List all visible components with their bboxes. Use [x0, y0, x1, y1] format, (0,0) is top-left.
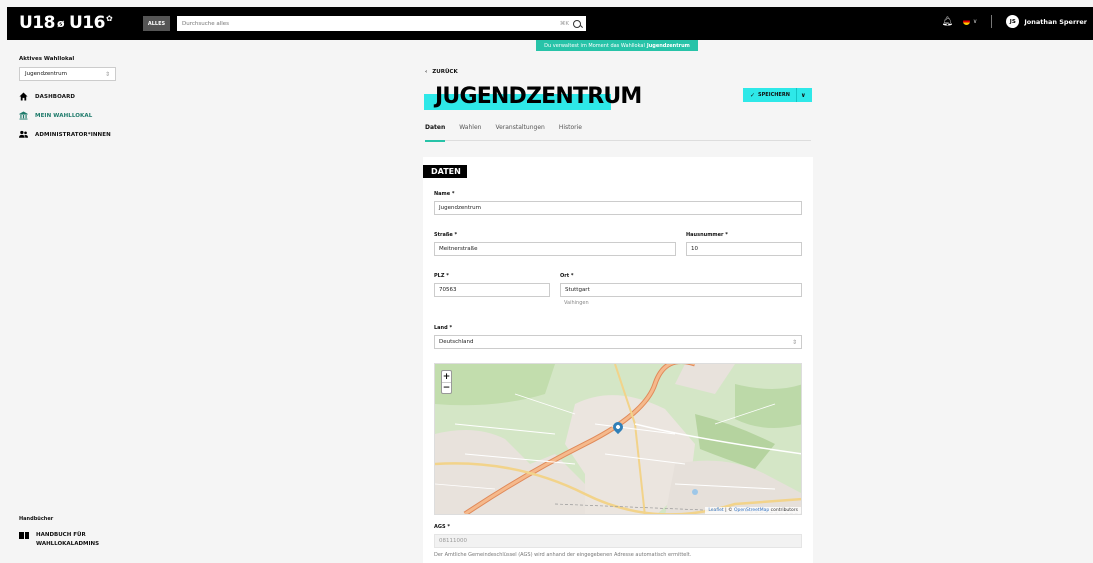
zoom-in-button[interactable]: + — [442, 371, 451, 382]
u16-logo-text: U16 — [69, 13, 105, 33]
zip-field[interactable]: 70563 — [434, 283, 550, 297]
language-switcher[interactable]: ∨ — [962, 18, 978, 25]
tab-veranstaltungen[interactable]: Veranstaltungen — [495, 124, 544, 141]
active-location-value: Jugendzentrum — [25, 71, 67, 77]
save-label: SPEICHERN — [758, 92, 790, 98]
search-shortcut: ⌘K — [559, 20, 569, 27]
ags-hint: Der Amtliche Gemeindeschlüssel (AGS) wir… — [434, 552, 692, 558]
save-button-divider — [795, 88, 797, 102]
banner-text: Du verwaltest im Moment das Wahllokal — [544, 42, 645, 49]
tabs: Daten Wahlen Veranstaltungen Historie — [425, 124, 811, 142]
country-select[interactable]: Deutschland ⇕ — [434, 335, 802, 349]
ags-value: 08111000 — [439, 538, 467, 544]
pretzel-icon: ø — [56, 16, 65, 30]
ags-label: AGS * — [434, 524, 450, 530]
street-label: Straße * — [434, 232, 458, 238]
u16-logo[interactable]: U16 ✿ — [69, 13, 113, 33]
data-card: DATEN Name * Jugendzentrum Straße * Meit… — [423, 157, 813, 563]
zoom-out-button[interactable]: − — [442, 382, 451, 393]
tab-daten[interactable]: Daten — [425, 124, 446, 142]
back-label: ZURÜCK — [432, 69, 458, 75]
u18-logo[interactable]: U18 ø — [19, 13, 65, 33]
map-zoom-control: + − — [441, 370, 452, 394]
sidebar-item-label: MEIN WAHLLOKAL — [35, 112, 93, 119]
sidebar-item-administratoren[interactable]: ADMINISTRATOR*INNEN — [19, 130, 111, 139]
section-title: DATEN — [423, 165, 467, 178]
search-box: ⌘K — [177, 16, 586, 31]
chevron-down-icon: ∨ — [972, 18, 978, 25]
city-field[interactable]: Stuttgart — [560, 283, 802, 297]
handbook-label: HANDBUCH FÜR WAHLLOKALADMINS — [36, 531, 99, 549]
select-arrows-icon: ⇕ — [104, 70, 110, 78]
banner-location: Jugendzentrum — [646, 42, 690, 49]
handbook-label-line1: HANDBUCH FÜR — [36, 532, 86, 538]
sidebar-item-label: ADMINISTRATOR*INNEN — [35, 131, 111, 138]
page-title-wrap: JUGENDZENTRUM — [424, 84, 642, 110]
german-flag-icon — [962, 18, 970, 25]
attribution-separator: | © — [723, 508, 734, 513]
name-field[interactable]: Jugendzentrum — [434, 201, 802, 215]
house-number-value: 10 — [691, 246, 698, 252]
map-tiles — [435, 364, 801, 514]
house-number-field[interactable]: 10 — [686, 242, 802, 256]
country-label: Land * — [434, 325, 453, 331]
sidebar-item-dashboard[interactable]: DASHBOARD — [19, 92, 75, 101]
save-button[interactable]: ✓ SPEICHERN ∨ — [743, 88, 812, 102]
search-icon[interactable] — [573, 19, 581, 28]
attribution-tail: contributors — [769, 508, 798, 513]
u16-mark-icon: ✿ — [105, 13, 113, 23]
user-menu[interactable]: JS Jonathan Sperrer — [1006, 15, 1087, 28]
global-search: ALLES ⌘K — [143, 16, 586, 31]
search-input[interactable] — [182, 20, 560, 27]
header-divider — [991, 15, 993, 28]
street-field[interactable]: Meitnerstraße — [434, 242, 676, 256]
city-label: Ort * — [560, 273, 574, 279]
osm-link[interactable]: OpenStreetMap — [734, 508, 769, 513]
check-icon: ✓ — [750, 91, 756, 99]
search-scope-button[interactable]: ALLES — [143, 16, 170, 31]
name-value: Jugendzentrum — [439, 205, 481, 211]
sidebar-item-mein-wahllokal[interactable]: MEIN WAHLLOKAL — [19, 111, 92, 120]
select-arrows-icon: ⇕ — [791, 338, 797, 346]
book-open-icon — [19, 532, 29, 539]
save-dropdown-icon[interactable]: ∨ — [801, 92, 806, 99]
street-value: Meitnerstraße — [439, 246, 478, 252]
header-actions: 🔔︎ ∨ JS Jonathan Sperrer — [941, 15, 1087, 28]
avatar: JS — [1006, 15, 1020, 28]
name-label: Name * — [434, 191, 455, 197]
zip-label: PLZ * — [434, 273, 449, 279]
country-value: Deutschland — [439, 339, 474, 345]
chevron-left-icon: ‹ — [425, 69, 428, 75]
back-link[interactable]: ‹ ZURÜCK — [425, 69, 458, 75]
tab-wahlen[interactable]: Wahlen — [459, 124, 481, 141]
sidebar-item-label: DASHBOARD — [35, 93, 76, 100]
zip-value: 70563 — [439, 287, 457, 293]
active-location-label: Aktives Wahllokal — [19, 56, 75, 62]
home-icon — [19, 92, 28, 101]
building-icon — [19, 111, 28, 120]
tab-historie[interactable]: Historie — [559, 124, 582, 141]
bell-icon[interactable]: 🔔︎ — [941, 17, 952, 27]
handbook-label-line2: WAHLLOKALADMINS — [36, 541, 100, 547]
location-map[interactable]: + − Leaflet | © OpenStreetMap contributo… — [434, 363, 802, 515]
page-title: JUGENDZENTRUM — [435, 84, 642, 109]
city-hint: Vaihingen — [564, 300, 589, 306]
city-value: Stuttgart — [565, 287, 590, 293]
ags-field: 08111000 — [434, 534, 802, 548]
sidebar: Aktives Wahllokal Jugendzentrum ⇕ DASHBO… — [0, 40, 130, 563]
map-attribution: Leaflet | © OpenStreetMap contributors — [705, 507, 801, 514]
user-name: Jonathan Sperrer — [1024, 17, 1087, 26]
house-number-label: Hausnummer * — [686, 232, 728, 238]
users-icon — [19, 130, 28, 139]
handbooks-label: Handbücher — [19, 516, 54, 522]
top-bar: U18ø U16✿ ALLES ⌘K 🔔︎ ∨ JS Jonathan Sper… — [7, 7, 1093, 40]
u18-logo-text: U18 — [19, 13, 55, 33]
handbook-link[interactable]: HANDBUCH FÜR WAHLLOKALADMINS — [19, 531, 99, 549]
active-location-banner: Du verwaltest im Moment das Wahllokal Jug… — [536, 40, 698, 51]
leaflet-link[interactable]: Leaflet — [708, 508, 723, 513]
active-location-select[interactable]: Jugendzentrum ⇕ — [19, 67, 116, 81]
